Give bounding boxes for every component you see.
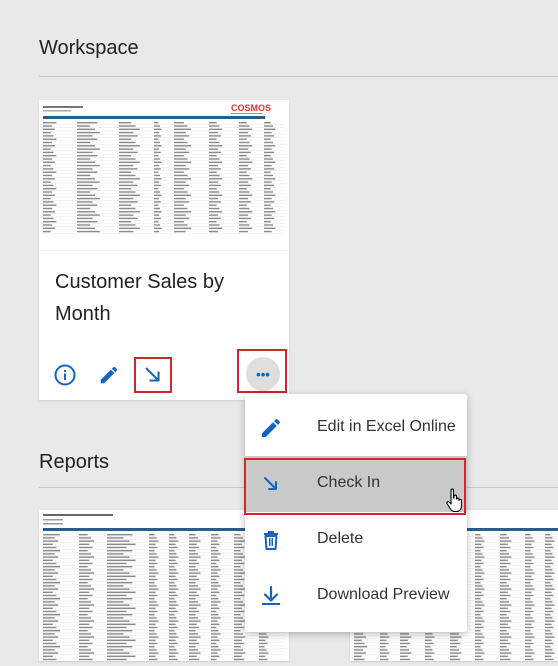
edit-button[interactable] (96, 362, 122, 388)
menu-item-download-preview[interactable]: Download Preview (245, 568, 467, 624)
report-thumbnail[interactable]: COSMOS (39, 100, 289, 251)
more-options-icon: ••• (256, 368, 270, 381)
menu-item-edit-in-excel-online[interactable]: Edit in Excel Online (245, 400, 467, 456)
info-button[interactable] (52, 362, 78, 388)
menu-item-label: Edit in Excel Online (317, 418, 456, 436)
spreadsheet-preview-image: COSMOS (39, 100, 289, 250)
pencil-icon (259, 416, 283, 440)
menu-item-delete[interactable]: Delete (245, 512, 467, 568)
download-icon (259, 584, 283, 608)
check-in-menu-highlight (244, 458, 466, 515)
check-in-button[interactable] (140, 362, 166, 388)
card-title[interactable]: Customer Sales by Month (55, 266, 265, 330)
cosmos-logo: COSMOS (231, 103, 271, 113)
info-icon (53, 363, 77, 387)
more-options-button[interactable]: ••• (246, 357, 280, 391)
trash-icon (259, 528, 283, 552)
check-in-arrow-icon (142, 364, 164, 386)
workspace-divider (39, 76, 558, 77)
hand-cursor-icon (445, 488, 465, 514)
menu-item-label: Delete (317, 530, 363, 548)
reports-title: Reports (39, 451, 109, 474)
menu-item-label: Download Preview (317, 586, 450, 604)
report-card[interactable]: COSMOS Customer Sales by Month ••• (39, 100, 289, 400)
edit-icon (98, 364, 120, 386)
workspace-title: Workspace (39, 37, 139, 60)
